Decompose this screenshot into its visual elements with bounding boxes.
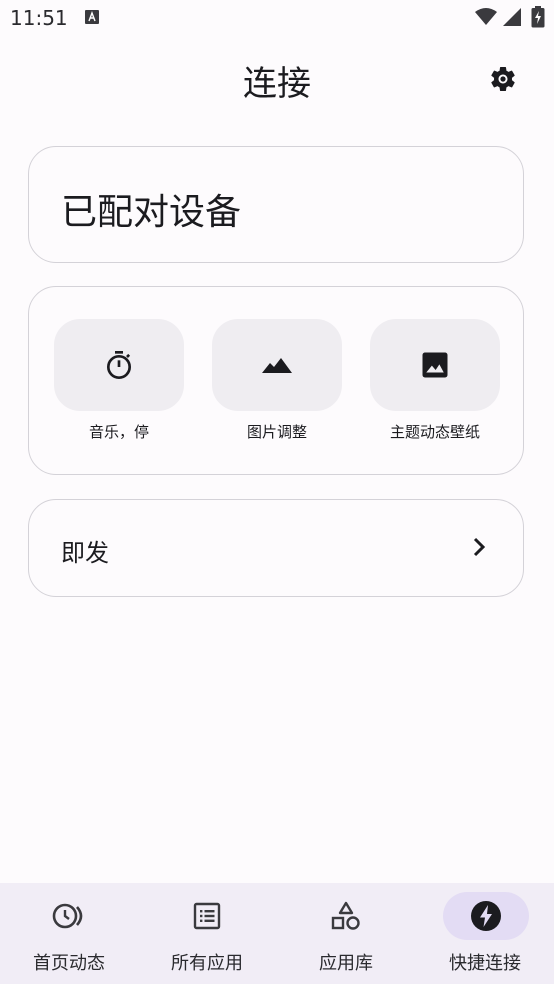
gear-icon [491,67,515,91]
wifi-icon [475,8,497,25]
battery-charging-icon [531,6,545,28]
instant-label: 即发 [61,539,109,567]
tile-theme-wallpaper-label: 主题动态壁纸 [389,423,480,441]
nav-item-home-feed[interactable]: 首页动态 [0,883,138,984]
landscape-icon [262,358,292,373]
quick-tiles-card: 音乐，停 图片调整 主题动态壁纸 [28,286,524,475]
bottom-navigation: 首页动态 所有应用 应用库 快捷连接 [0,883,554,984]
tile-music-timer[interactable] [54,319,184,411]
nav-label-quick-connect: 快捷连接 [449,953,521,974]
settings-button[interactable] [484,60,522,98]
tile-music-timer-label: 音乐，停 [88,423,149,441]
nav-icon-container [34,892,104,940]
nav-icon-container [172,892,242,940]
tile-theme-wallpaper[interactable] [370,319,500,411]
signal-icon [503,8,521,26]
history-icon [52,903,83,929]
paired-devices-label: 已配对设备 [61,192,242,233]
nav-label-home-feed: 首页动态 [33,953,105,974]
nav-item-all-apps[interactable]: 所有应用 [138,883,276,984]
status-time: 11:51 [10,6,68,30]
nav-label-app-library: 应用库 [319,953,373,974]
nav-icon-container-active [443,892,529,940]
instant-row[interactable]: 即发 [28,499,524,597]
paired-devices-card[interactable]: 已配对设备 [28,146,524,263]
notification-a-icon [85,10,99,24]
list-icon [193,902,221,930]
nav-item-app-library[interactable]: 应用库 [277,883,415,984]
nav-label-all-apps: 所有应用 [171,953,243,974]
chevron-right-icon [473,537,486,557]
tile-picture-adjust[interactable] [212,319,342,411]
shapes-icon [331,901,360,930]
page-title: 连接 [243,64,311,104]
bolt-icon [471,901,501,931]
tile-picture-adjust-label: 图片调整 [246,423,307,441]
nav-item-quick-connect[interactable]: 快捷连接 [416,883,554,984]
timer-icon [107,351,131,379]
nav-icon-container [311,892,381,940]
status-bar: 11:51 [0,0,554,38]
image-icon [422,352,448,378]
